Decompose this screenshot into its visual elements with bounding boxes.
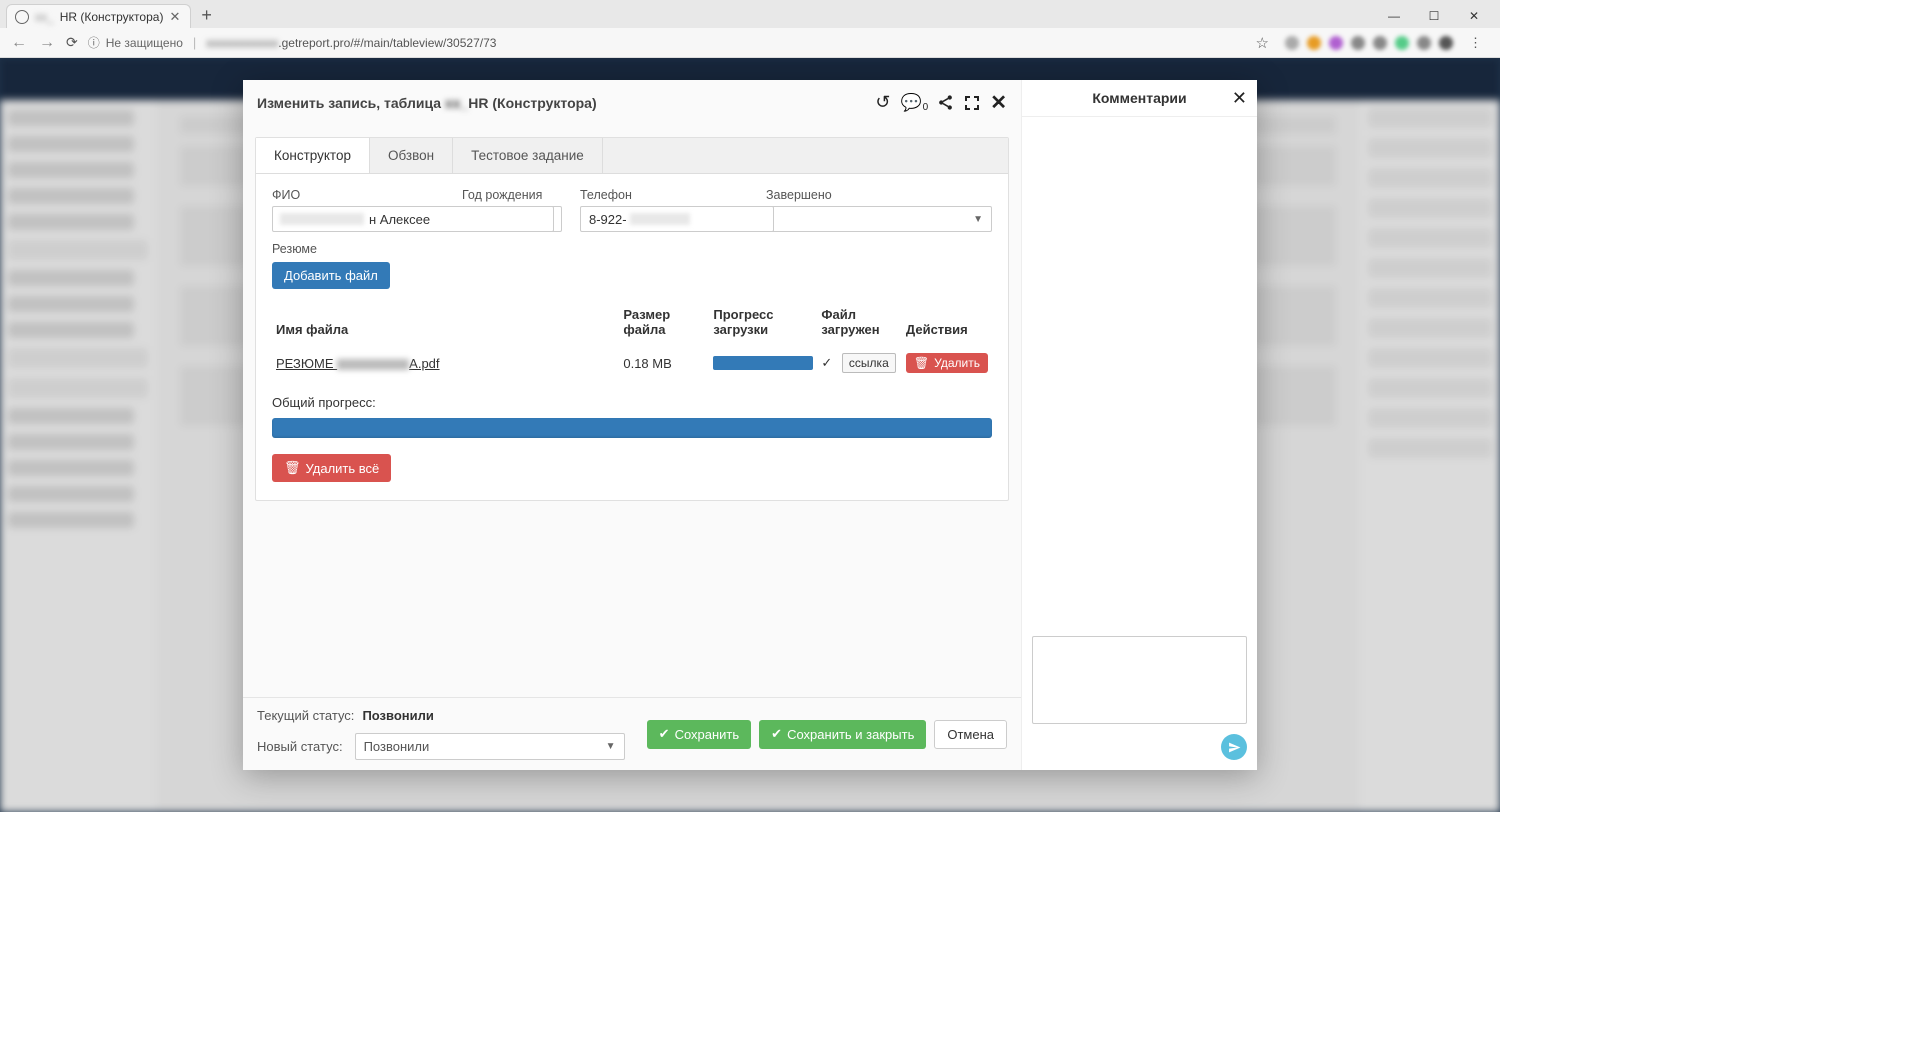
bookmark-icon[interactable]: ☆: [1256, 34, 1269, 52]
save-button[interactable]: ✔Сохранить: [647, 720, 752, 749]
send-icon: [1228, 741, 1241, 754]
extension-icon[interactable]: [1329, 36, 1343, 50]
url-text[interactable]: xxxxxxxxxxxx.getreport.pro/#/main/tablev…: [206, 36, 1245, 50]
tab-callaround[interactable]: Обзвон: [370, 138, 453, 173]
back-icon[interactable]: ←: [10, 34, 28, 52]
modal-title: Изменить запись, таблица xx_HR (Конструк…: [257, 95, 597, 111]
maximize-icon[interactable]: ☐: [1416, 4, 1452, 28]
extension-icon[interactable]: [1395, 36, 1409, 50]
check-icon: ✔: [659, 726, 670, 742]
file-table: Имя файла Размер файла Прогресс загрузки…: [272, 301, 992, 381]
comments-list: [1022, 117, 1257, 626]
chevron-down-icon: ▼: [973, 214, 983, 225]
expand-icon[interactable]: [964, 95, 980, 111]
comments-icon[interactable]: 💬0: [901, 93, 928, 113]
extension-icon[interactable]: [1307, 36, 1321, 50]
new-tab-button[interactable]: +: [201, 5, 212, 28]
done-select[interactable]: ▼: [766, 206, 992, 232]
delete-file-button[interactable]: 🗑Удалить: [906, 353, 988, 373]
col-actions: Действия: [902, 301, 992, 345]
done-label: Завершено: [766, 188, 992, 202]
upload-progress-bar: [713, 356, 813, 370]
security-status[interactable]: ⓘ Не защищено: [88, 34, 183, 51]
tab-title-blurred-prefix: xx_: [35, 10, 54, 24]
extensions: [1285, 36, 1453, 50]
profile-icon[interactable]: [1439, 36, 1453, 50]
url-visible: .getreport.pro/#/main/tableview/30527/73: [278, 36, 496, 50]
browser-tab[interactable]: xx_ HR (Конструктора) ✕: [6, 4, 191, 28]
extension-icon[interactable]: [1285, 36, 1299, 50]
delete-all-button[interactable]: 🗑Удалить всё: [272, 454, 391, 482]
modal-header: Изменить запись, таблица xx_HR (Конструк…: [243, 80, 1021, 125]
check-icon: ✔: [771, 726, 782, 742]
reload-icon[interactable]: ⟳: [66, 34, 78, 51]
share-icon[interactable]: [937, 94, 954, 111]
tab-constructor[interactable]: Конструктор: [256, 138, 370, 173]
file-size: 0.18 MB: [619, 345, 709, 381]
save-close-button[interactable]: ✔Сохранить и закрыть: [759, 720, 926, 749]
year-label: Год рождения: [462, 188, 562, 202]
overall-progress-label: Общий прогресс:: [272, 395, 992, 410]
window-titlebar: xx_ HR (Конструктора) ✕ + — ☐ ✕: [0, 0, 1500, 28]
comment-input[interactable]: [1032, 636, 1247, 724]
resume-label: Резюме: [272, 242, 992, 256]
browser-menu-icon[interactable]: ⋮: [1469, 35, 1484, 51]
fio-label: ФИО: [272, 188, 444, 202]
modal-footer: Текущий статус: Позвонили Новый статус: …: [243, 697, 1021, 770]
address-bar: ← → ⟳ ⓘ Не защищено | xxxxxxxxxxxx.getre…: [0, 28, 1500, 58]
extension-icon[interactable]: [1417, 36, 1431, 50]
new-status-value: Позвонили: [364, 739, 430, 754]
current-status-value: Позвонили: [362, 708, 433, 723]
favicon-icon: [15, 10, 29, 24]
new-status-label: Новый статус:: [257, 739, 343, 754]
add-file-button[interactable]: Добавить файл: [272, 262, 390, 289]
cancel-button[interactable]: Отмена: [934, 720, 1007, 749]
chevron-down-icon: ▼: [606, 741, 616, 752]
col-filename: Имя файла: [272, 301, 619, 345]
send-comment-button[interactable]: [1221, 734, 1247, 760]
comments-title: Комментарии: [1092, 90, 1186, 106]
forward-icon[interactable]: →: [38, 34, 56, 52]
file-row: РЕЗЮМЕ A.pdf 0.18 MB ✓ ссылка: [272, 345, 992, 381]
close-comments-icon[interactable]: ✕: [1232, 88, 1247, 109]
new-status-select[interactable]: Позвонили ▼: [355, 733, 625, 760]
trash-icon: 🗑: [284, 460, 301, 476]
trash-icon: 🗑: [914, 356, 929, 370]
current-status-label: Текущий статус:: [257, 708, 354, 723]
extension-icon[interactable]: [1351, 36, 1365, 50]
modal-tabs: Конструктор Обзвон Тестовое задание: [256, 138, 1008, 174]
close-modal-icon[interactable]: ✕: [990, 90, 1007, 115]
comments-panel: Комментарии ✕: [1021, 80, 1257, 770]
info-icon: ⓘ: [88, 34, 100, 51]
not-secure-label: Не защищено: [106, 36, 183, 50]
edit-record-modal: Изменить запись, таблица xx_HR (Конструк…: [243, 80, 1257, 770]
minimize-icon[interactable]: —: [1376, 4, 1412, 28]
history-icon[interactable]: ↺: [875, 92, 890, 113]
close-tab-icon[interactable]: ✕: [169, 9, 180, 25]
file-link-button[interactable]: ссылка: [842, 353, 896, 373]
phone-label: Телефон: [580, 188, 748, 202]
extension-icon[interactable]: [1373, 36, 1387, 50]
check-icon: ✓: [821, 355, 832, 370]
col-progress: Прогресс загрузки: [709, 301, 817, 345]
file-name-link[interactable]: РЕЗЮМЕ A.pdf: [276, 356, 440, 371]
col-loaded: Файл загружен: [817, 301, 902, 345]
overall-progress-bar: [272, 418, 992, 438]
col-filesize: Размер файла: [619, 301, 709, 345]
close-window-icon[interactable]: ✕: [1456, 4, 1492, 28]
tab-test-task[interactable]: Тестовое задание: [453, 138, 603, 173]
tab-title: HR (Конструктора): [60, 10, 164, 24]
